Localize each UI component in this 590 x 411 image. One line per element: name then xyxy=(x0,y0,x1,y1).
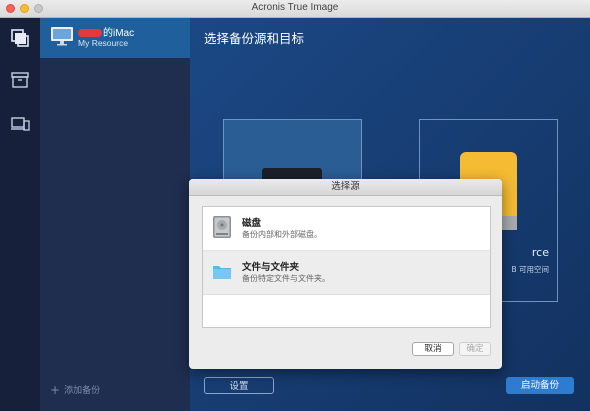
dialog-title: 选择源 xyxy=(189,179,502,196)
devices-icon[interactable] xyxy=(10,114,30,134)
plus-icon: + xyxy=(50,383,61,397)
backup-list-sidebar: 的iMac My Resource + 添加备份 xyxy=(40,18,190,411)
source-type-list: 磁盘 备份内部和外部磁盘。 文件与文件夹 备份特定文件与文件夹。 xyxy=(202,206,491,328)
window-title: Acronis True Image xyxy=(251,2,339,13)
destination-free-space: B 可用空间 xyxy=(511,265,549,274)
list-item-disks[interactable]: 磁盘 备份内部和外部磁盘。 xyxy=(203,207,490,251)
item-description: 备份内部和外部磁盘。 xyxy=(242,230,322,239)
item-title: 磁盘 xyxy=(242,218,262,229)
copies-icon[interactable] xyxy=(10,28,30,48)
add-backup-button[interactable]: + 添加备份 xyxy=(50,383,100,397)
hard-disk-icon xyxy=(211,215,233,239)
cancel-button[interactable]: 取消 xyxy=(412,342,454,356)
item-title: 文件与文件夹 xyxy=(242,262,300,273)
redaction-mark xyxy=(78,29,102,38)
destination-title: rce xyxy=(531,246,549,259)
folder-icon xyxy=(211,259,233,283)
page-title: 选择备份源和目标 xyxy=(204,31,305,46)
settings-button[interactable]: 设置 xyxy=(204,377,274,394)
title-bar: Acronis True Image xyxy=(0,0,590,18)
ok-button[interactable]: 确定 xyxy=(459,342,491,356)
backup-item-imac[interactable]: 的iMac My Resource xyxy=(40,18,190,58)
archive-icon[interactable] xyxy=(10,70,30,90)
item-description: 备份特定文件与文件夹。 xyxy=(242,274,330,283)
list-item-files-folders[interactable]: 文件与文件夹 备份特定文件与文件夹。 xyxy=(203,251,490,295)
source-subtitle: My Resource xyxy=(78,38,129,48)
start-backup-button[interactable]: 启动备份 xyxy=(506,377,574,394)
imac-icon xyxy=(50,25,74,47)
select-source-dialog: 选择源 磁盘 备份内部和外部磁盘。 文件与文件夹 备份特定文件与文件夹。 取消 … xyxy=(189,179,502,369)
add-backup-label: 添加备份 xyxy=(64,386,101,396)
nav-rail xyxy=(0,18,40,411)
